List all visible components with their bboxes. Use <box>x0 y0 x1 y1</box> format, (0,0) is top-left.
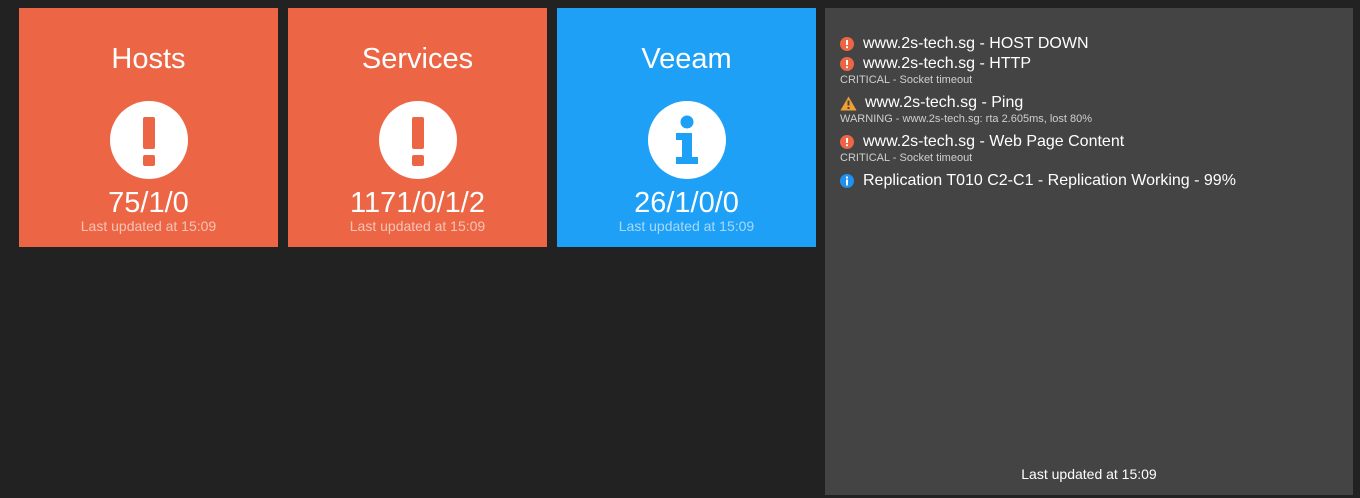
alert-title: www.2s-tech.sg - HTTP <box>863 55 1032 72</box>
alert-detail: CRITICAL - Socket timeout <box>840 74 973 86</box>
alert-item[interactable]: Replication T010 C2-C1 - Replication Wor… <box>840 171 1343 191</box>
alert-title: Replication T010 C2-C1 - Replication Wor… <box>863 172 1236 189</box>
alert-list: www.2s-tech.sg - HOST DOWN www.2s-tech.s… <box>840 34 1343 191</box>
tile-value: 1171/0/1/2 <box>350 187 485 219</box>
info-circle-icon <box>840 174 854 188</box>
exclamation-circle-icon <box>840 57 854 71</box>
alert-title: www.2s-tech.sg - Web Page Content <box>863 133 1125 150</box>
exclamation-icon <box>378 101 457 179</box>
info-icon <box>647 101 726 179</box>
alert-title: www.2s-tech.sg - Ping <box>865 94 1024 111</box>
tile-title: Hosts <box>111 43 186 75</box>
alerts-panel: www.2s-tech.sg - HOST DOWN www.2s-tech.s… <box>825 8 1353 495</box>
alert-item[interactable]: www.2s-tech.sg - Ping WARNING - www.2s-t… <box>840 93 1343 126</box>
exclamation-icon <box>109 101 188 179</box>
tile-updated: Last updated at 15:09 <box>349 218 486 234</box>
alert-item[interactable]: www.2s-tech.sg - HOST DOWN <box>840 34 1343 54</box>
veeam-tile[interactable]: Veeam 26/1/0/0 Last updated at 15:09 <box>557 8 816 247</box>
tile-updated: Last updated at 15:09 <box>618 218 755 234</box>
alert-item[interactable]: www.2s-tech.sg - Web Page Content CRITIC… <box>840 132 1343 165</box>
tile-updated: Last updated at 15:09 <box>80 218 217 234</box>
tile-title: Services <box>361 43 474 75</box>
panel-updated: Last updated at 15:09 <box>1021 466 1157 482</box>
exclamation-circle-icon <box>840 135 854 149</box>
exclamation-circle-icon <box>840 37 854 51</box>
warning-triangle-icon <box>840 96 857 111</box>
alert-detail: CRITICAL - Socket timeout <box>840 152 973 164</box>
alert-detail: WARNING - www.2s-tech.sg: rta 2.605ms, l… <box>840 113 1093 125</box>
alert-title: www.2s-tech.sg - HOST DOWN <box>863 35 1089 52</box>
tile-value: 75/1/0 <box>108 187 189 219</box>
tile-title: Veeam <box>641 43 732 75</box>
services-tile[interactable]: Services 1171/0/1/2 Last updated at 15:0… <box>288 8 547 247</box>
tile-value: 26/1/0/0 <box>634 187 739 219</box>
alert-item[interactable]: www.2s-tech.sg - HTTP CRITICAL - Socket … <box>840 54 1343 87</box>
hosts-tile[interactable]: Hosts 75/1/0 Last updated at 15:09 <box>19 8 278 247</box>
